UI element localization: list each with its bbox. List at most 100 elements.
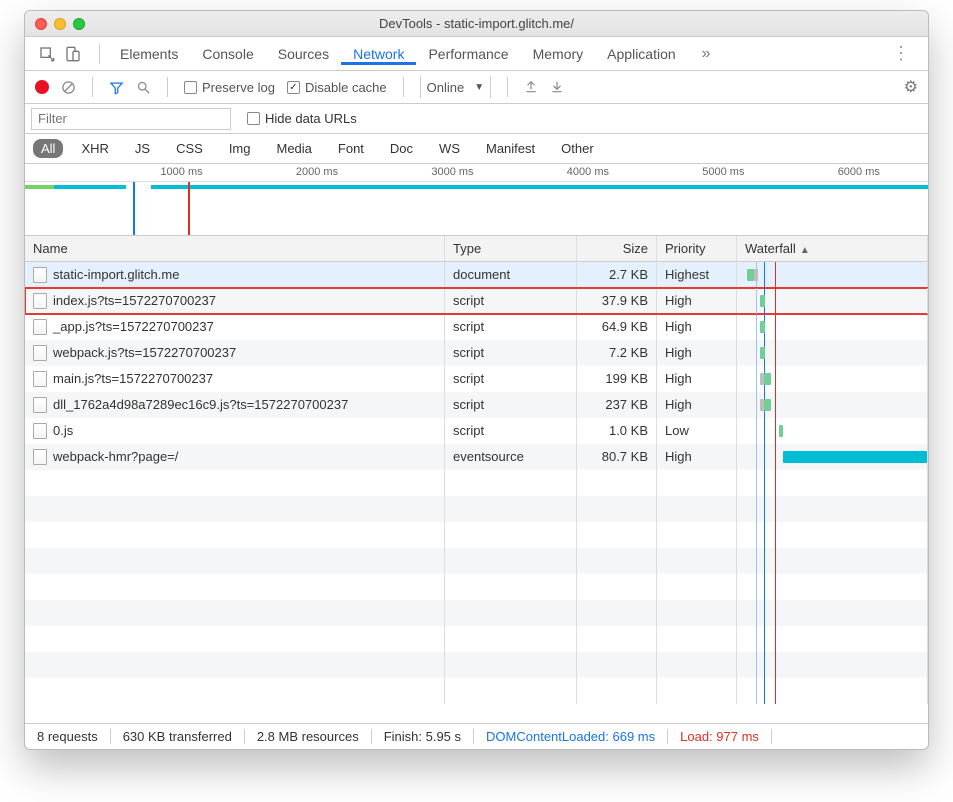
- request-waterfall: [737, 444, 928, 470]
- table-row-empty: [25, 496, 928, 522]
- tab-elements[interactable]: Elements: [108, 46, 190, 62]
- waterfall-bar: [764, 399, 772, 411]
- type-filter-xhr[interactable]: XHR: [73, 139, 116, 158]
- column-priority[interactable]: Priority: [657, 236, 737, 262]
- tab-application[interactable]: Application: [595, 46, 688, 62]
- type-filter-manifest[interactable]: Manifest: [478, 139, 543, 158]
- column-size[interactable]: Size: [577, 236, 657, 262]
- waterfall-marker: [764, 418, 765, 444]
- chevron-down-icon: ▼: [474, 82, 484, 93]
- request-priority: High: [657, 444, 737, 470]
- table-row-empty: [25, 522, 928, 548]
- table-row-empty: [25, 470, 928, 496]
- type-filter-doc[interactable]: Doc: [382, 139, 421, 158]
- status-resources: 2.8 MB resources: [245, 729, 372, 744]
- type-filter-js[interactable]: JS: [127, 139, 158, 158]
- tab-performance[interactable]: Performance: [416, 46, 520, 62]
- network-toolbar: Preserve log Disable cache Online ▼ ⚙: [25, 71, 928, 104]
- record-button[interactable]: [35, 80, 49, 94]
- request-size: 2.7 KB: [577, 262, 657, 288]
- table-row-empty: [25, 574, 928, 600]
- table-row[interactable]: _app.js?ts=1572270700237script64.9 KBHig…: [25, 314, 928, 340]
- type-filter-other[interactable]: Other: [553, 139, 602, 158]
- type-filter-ws[interactable]: WS: [431, 139, 468, 158]
- waterfall-bar: [747, 269, 755, 281]
- type-filter-media[interactable]: Media: [268, 139, 319, 158]
- inspect-element-icon[interactable]: [39, 46, 55, 62]
- filter-input[interactable]: [31, 108, 231, 130]
- table-row[interactable]: dll_1762a4d98a7289ec16c9.js?ts=157227070…: [25, 392, 928, 418]
- type-filter-css[interactable]: CSS: [168, 139, 211, 158]
- waterfall-marker: [775, 366, 776, 392]
- type-filter-img[interactable]: Img: [221, 139, 259, 158]
- request-waterfall: [737, 262, 928, 288]
- status-requests: 8 requests: [25, 729, 111, 744]
- request-priority: High: [657, 366, 737, 392]
- window-title: DevTools - static-import.glitch.me/: [25, 16, 928, 31]
- search-icon[interactable]: [136, 80, 151, 95]
- request-waterfall: [737, 418, 928, 444]
- timeline-tick: 6000 ms: [838, 166, 880, 178]
- tab-network[interactable]: Network: [341, 46, 416, 65]
- column-type[interactable]: Type: [445, 236, 577, 262]
- tab-console[interactable]: Console: [190, 46, 265, 62]
- file-icon: [33, 267, 47, 283]
- table-row[interactable]: 0.jsscript1.0 KBLow: [25, 418, 928, 444]
- throttling-select[interactable]: Online ▼: [420, 76, 491, 98]
- waterfall-marker: [756, 340, 757, 366]
- timeline-tick: 4000 ms: [567, 166, 609, 178]
- clear-icon[interactable]: [61, 80, 76, 95]
- file-icon: [33, 397, 47, 413]
- waterfall-marker: [775, 392, 776, 418]
- request-type: script: [445, 366, 577, 392]
- request-waterfall: [737, 314, 928, 340]
- throttling-label: Online: [427, 80, 465, 95]
- more-tabs-icon[interactable]: »: [692, 45, 721, 63]
- type-filter-font[interactable]: Font: [330, 139, 372, 158]
- table-row[interactable]: webpack.js?ts=1572270700237script7.2 KBH…: [25, 340, 928, 366]
- file-icon: [33, 319, 47, 335]
- overview-marker: [188, 182, 190, 236]
- waterfall-bar: [783, 451, 927, 463]
- waterfall-marker: [775, 418, 776, 444]
- tab-memory[interactable]: Memory: [521, 46, 596, 62]
- column-name[interactable]: Name: [25, 236, 445, 262]
- timeline-overview[interactable]: 1000 ms2000 ms3000 ms4000 ms5000 ms6000 …: [25, 164, 928, 236]
- waterfall-marker: [775, 262, 776, 288]
- titlebar: DevTools - static-import.glitch.me/: [25, 11, 928, 37]
- table-row-empty: [25, 548, 928, 574]
- timeline-tick: 1000 ms: [160, 166, 202, 178]
- type-filter-all[interactable]: All: [33, 139, 63, 158]
- table-row-empty: [25, 678, 928, 704]
- request-size: 1.0 KB: [577, 418, 657, 444]
- request-size: 237 KB: [577, 392, 657, 418]
- table-row[interactable]: main.js?ts=1572270700237script199 KBHigh: [25, 366, 928, 392]
- table-row[interactable]: index.js?ts=1572270700237script37.9 KBHi…: [25, 288, 928, 314]
- request-type: script: [445, 340, 577, 366]
- upload-har-icon[interactable]: [524, 80, 538, 94]
- table-row[interactable]: static-import.glitch.medocument2.7 KBHig…: [25, 262, 928, 288]
- kebab-menu-icon[interactable]: ⋮: [878, 43, 924, 64]
- table-header: Name Type Size Priority Waterfall▲: [25, 236, 928, 262]
- waterfall-marker: [775, 340, 776, 366]
- waterfall-bar: [779, 425, 783, 437]
- disable-cache-checkbox[interactable]: Disable cache: [287, 80, 387, 95]
- request-name: webpack.js?ts=1572270700237: [53, 340, 236, 366]
- filter-icon[interactable]: [109, 80, 124, 95]
- download-har-icon[interactable]: [550, 80, 564, 94]
- network-table: Name Type Size Priority Waterfall▲ stati…: [25, 236, 928, 723]
- request-waterfall: [737, 288, 928, 314]
- preserve-log-checkbox[interactable]: Preserve log: [184, 80, 275, 95]
- hide-data-urls-checkbox[interactable]: Hide data URLs: [247, 111, 357, 126]
- gear-icon[interactable]: ⚙: [904, 77, 918, 97]
- device-toolbar-icon[interactable]: [65, 46, 81, 62]
- table-row[interactable]: webpack-hmr?page=/eventsource80.7 KBHigh: [25, 444, 928, 470]
- request-type: script: [445, 392, 577, 418]
- request-name: static-import.glitch.me: [53, 262, 179, 288]
- column-waterfall[interactable]: Waterfall▲: [737, 236, 928, 262]
- waterfall-bar: [754, 269, 758, 281]
- file-icon: [33, 293, 47, 309]
- tab-sources[interactable]: Sources: [266, 46, 341, 62]
- hide-data-urls-label: Hide data URLs: [265, 111, 357, 126]
- waterfall-bar: [760, 295, 766, 307]
